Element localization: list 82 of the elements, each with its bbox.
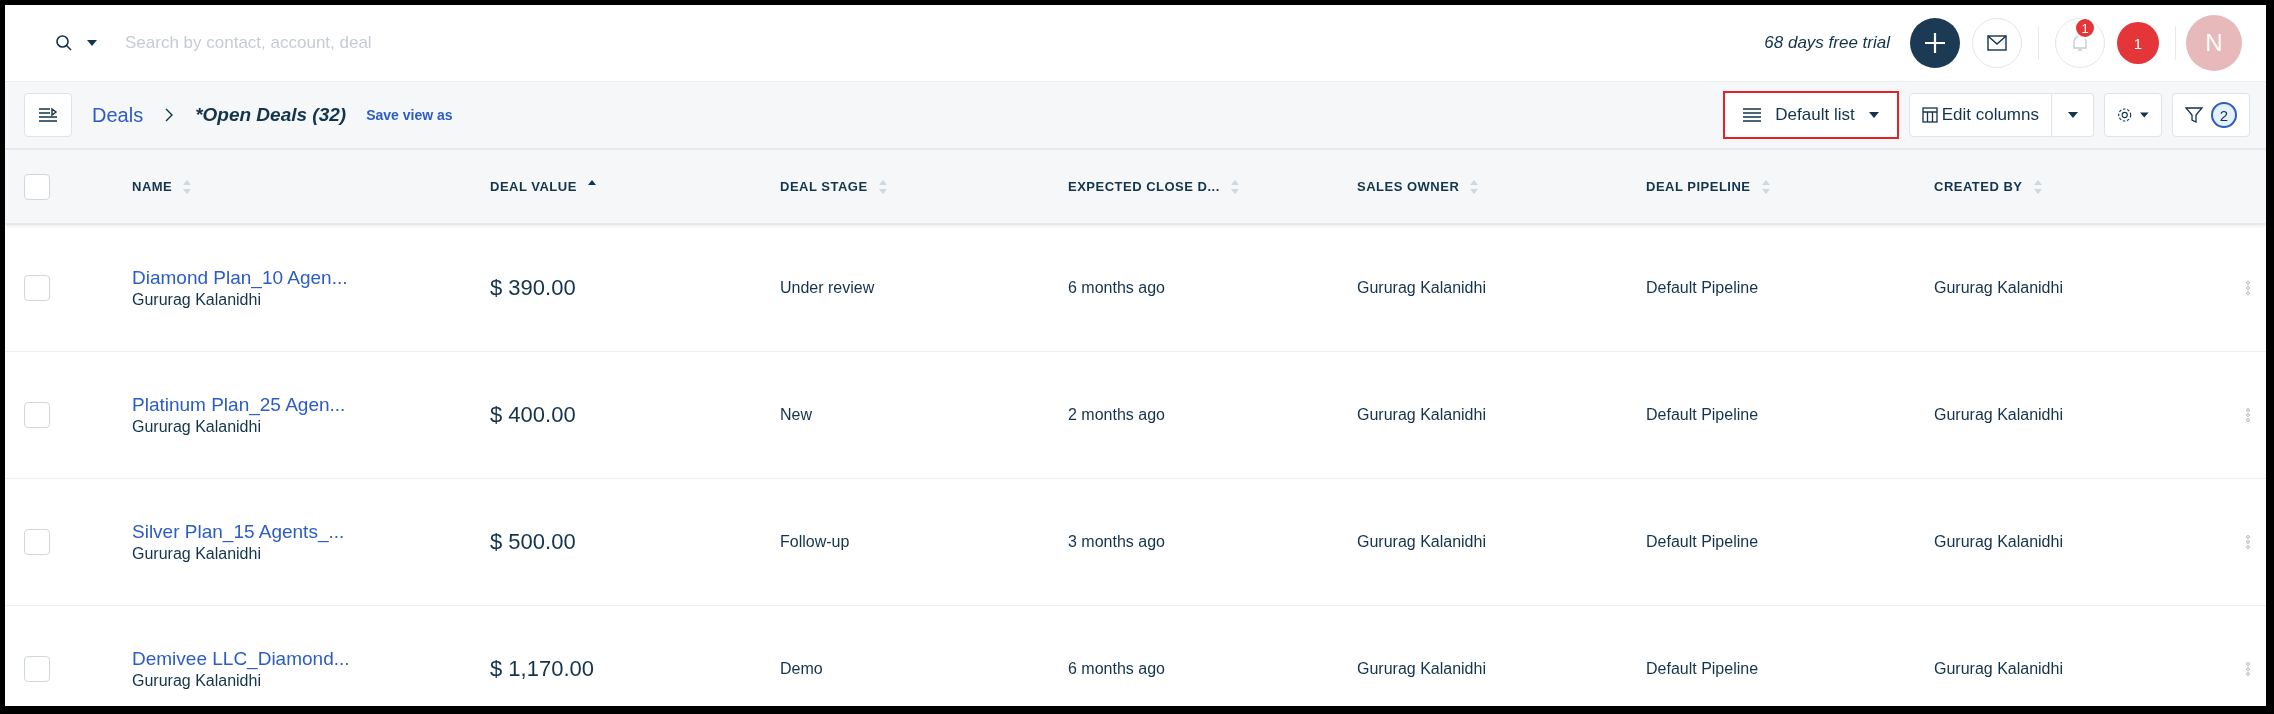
column-header[interactable]: DEAL VALUE [490,179,577,194]
created-by: Gururag Kalanidhi [1934,406,2064,424]
deal-pipeline: Default Pipeline [1646,533,1760,551]
more-options-button[interactable] [2246,281,2250,295]
bell-icon [2070,33,2090,53]
notification-button[interactable]: 1 [2055,18,2105,68]
caret-icon [1868,112,1879,118]
more-options-button[interactable] [2246,535,2250,549]
chevron-right-icon [165,108,174,122]
deal-value: $ 400.00 [490,402,577,428]
sales-owner: Gururag Kalanidhi [1357,533,1487,551]
kebab-icon [2246,281,2250,295]
deal-stage: New [780,406,813,424]
contact-name: Gururag Kalanidhi [132,418,262,436]
more-options-button[interactable] [2246,662,2250,676]
trial-text: 68 days free trial [1764,33,1890,53]
edit-columns-button[interactable]: Edit columns [1908,93,2052,137]
close-date: 3 months ago [1068,533,1166,551]
kebab-icon [2246,535,2250,549]
more-options-button[interactable] [2246,408,2250,422]
deal-pipeline: Default Pipeline [1646,406,1760,424]
row-checkbox[interactable] [24,275,50,301]
deal-stage: Under review [780,279,876,297]
sales-owner: Gururag Kalanidhi [1357,660,1487,678]
caret-icon[interactable] [87,40,97,46]
deal-value: $ 500.00 [490,529,577,555]
sales-owner: Gururag Kalanidhi [1357,406,1487,424]
row-checkbox[interactable] [24,529,50,555]
kebab-icon [2246,408,2250,422]
alert-count-button[interactable]: 1 [2117,22,2159,64]
contact-name: Gururag Kalanidhi [132,672,262,690]
caret-icon [2067,112,2078,118]
columns-icon [1921,107,1938,123]
deal-stage: Follow-up [780,533,851,551]
row-checkbox[interactable] [24,656,50,682]
deal-pipeline: Default Pipeline [1646,660,1760,678]
sidebar-toggle-icon [38,107,58,123]
deal-value: $ 390.00 [490,275,577,301]
search-icon[interactable] [55,34,73,52]
deal-stage: Demo [780,660,824,678]
breadcrumb-link[interactable]: Deals [92,103,144,127]
dropdown-button[interactable] [2052,93,2094,137]
kebab-icon [2246,662,2250,676]
deal-name-link[interactable]: Platinum Plan_25 Agen... [132,394,490,416]
add-button[interactable] [1910,18,1960,68]
deal-value: $ 1,170.00 [490,656,595,682]
close-date: 6 months ago [1068,660,1166,678]
deal-pipeline: Default Pipeline [1646,279,1760,297]
column-header[interactable]: DEAL STAGE [780,179,868,194]
contact-name: Gururag Kalanidhi [132,545,262,563]
column-header[interactable]: EXPECTED CLOSE D... [1068,179,1220,194]
created-by: Gururag Kalanidhi [1934,533,2064,551]
row-checkbox[interactable] [24,402,50,428]
column-header[interactable]: DEAL PIPELINE [1646,179,1751,194]
filter-icon [2185,106,2203,124]
close-date: 6 months ago [1068,279,1166,297]
column-header[interactable]: SALES OWNER [1357,179,1460,194]
select-all-checkbox[interactable] [24,173,50,200]
notification-badge: 1 [2074,17,2096,39]
column-header[interactable]: NAME [132,179,173,194]
mail-icon [1987,35,2007,51]
list-icon [1743,108,1762,122]
created-by: Gururag Kalanidhi [1934,660,2064,678]
caret-icon [2140,112,2149,118]
deal-name-link[interactable]: Silver Plan_15 Agents_... [132,521,490,543]
created-by: Gururag Kalanidhi [1934,279,2064,297]
deal-name-link[interactable]: Demivee LLC_Diamond... [132,648,490,670]
settings-button[interactable] [2104,93,2162,137]
sidebar-toggle-button[interactable] [24,93,72,137]
contact-name: Gururag Kalanidhi [132,291,262,309]
default-list-button[interactable]: Default list [1723,91,1899,139]
sales-owner: Gururag Kalanidhi [1357,279,1487,297]
filter-button[interactable]: 2 [2172,93,2250,137]
filter-count: 2 [2211,102,2237,128]
deal-name-link[interactable]: Diamond Plan_10 Agen... [132,267,490,289]
column-header[interactable]: CREATED BY [1934,179,2023,194]
mail-button[interactable] [1972,18,2022,68]
view-title: *Open Deals (32) [195,104,347,126]
plus-icon [1924,32,1946,54]
save-view-link[interactable]: Save view as [366,107,453,123]
close-date: 2 months ago [1068,406,1166,424]
settings-icon [2117,106,2133,124]
